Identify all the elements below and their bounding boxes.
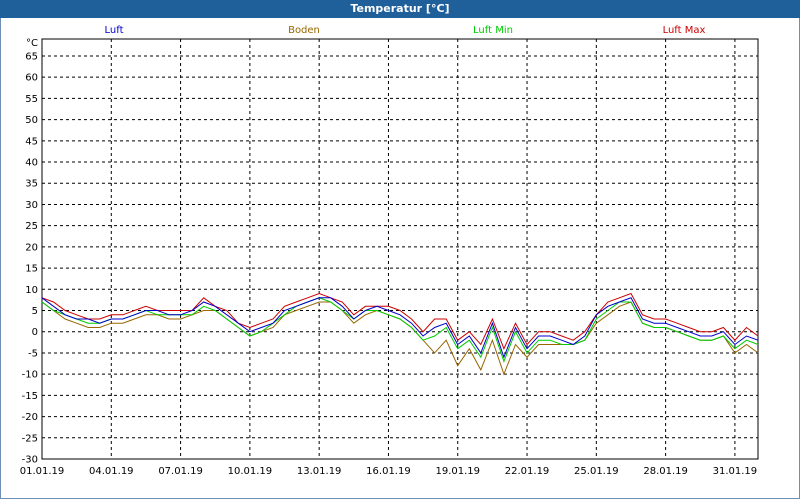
y-tick-label: 5 — [32, 306, 38, 317]
temperature-chart: 65605550454035302520151050-5-10-15-20-25… — [20, 25, 759, 477]
plot-area — [41, 38, 759, 460]
y-tick-label: 20 — [25, 242, 38, 253]
y-tick-label: -15 — [22, 391, 38, 402]
y-tick-label: 30 — [25, 200, 38, 211]
x-tick-label: 04.01.19 — [89, 466, 134, 477]
legend-entry: Boden — [288, 25, 320, 36]
y-tick-label: 0 — [32, 327, 38, 338]
y-tick-label: -5 — [28, 348, 38, 359]
legend-entry: Luft — [105, 25, 124, 36]
y-tick-label: 25 — [25, 221, 38, 232]
x-tick-label: 22.01.19 — [505, 466, 550, 477]
y-tick-label: 50 — [25, 115, 38, 126]
y-tick-label: 45 — [25, 136, 38, 147]
y-tick-label: 55 — [25, 94, 38, 105]
x-tick-label: 25.01.19 — [574, 466, 619, 477]
y-tick-label: -20 — [22, 412, 38, 423]
y-axis-label: °C — [26, 38, 38, 49]
x-tick-label: 13.01.19 — [297, 466, 342, 477]
x-tick-label: 01.01.19 — [20, 466, 65, 477]
y-tick-label: -10 — [22, 370, 38, 381]
y-tick-label: 40 — [25, 158, 38, 169]
y-tick-label: 15 — [25, 264, 38, 275]
legend-entry: Luft Max — [663, 25, 706, 36]
y-tick-label: 60 — [25, 73, 38, 84]
y-tick-label: -25 — [22, 433, 38, 444]
x-tick-label: 31.01.19 — [713, 466, 758, 477]
x-tick-label: 07.01.19 — [158, 466, 203, 477]
x-tick-label: 10.01.19 — [228, 466, 273, 477]
y-tick-label: 35 — [25, 179, 38, 190]
chart-title: Temperatur [°C] — [0, 0, 800, 18]
legend-entry: Luft Min — [473, 25, 513, 36]
x-tick-label: 19.01.19 — [435, 466, 480, 477]
y-tick-label: 65 — [25, 51, 38, 62]
y-tick-label: -30 — [22, 455, 38, 466]
x-tick-label: 28.01.19 — [643, 466, 688, 477]
y-tick-label: 10 — [25, 285, 38, 296]
chart-frame: 65 60 55 50 45 40 35 30 25 20 15 10 5 0 -5 -10 -15 -20 -25… — [0, 18, 800, 499]
x-tick-label: 16.01.19 — [366, 466, 411, 477]
